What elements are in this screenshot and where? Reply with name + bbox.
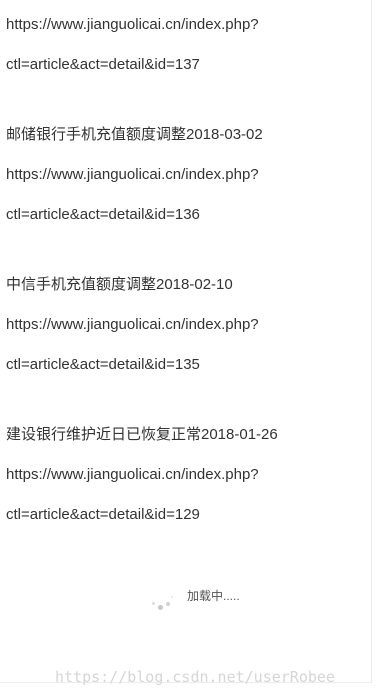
article-title: 邮储银行手机充值额度调整2018-03-02 [6, 126, 263, 143]
loading-indicator: 加载中..... [150, 586, 270, 616]
article-url-line[interactable]: ctl=article&act=detail&id=136 [6, 205, 200, 225]
article-url-line[interactable]: https://www.jianguolicai.cn/index.php? [6, 465, 259, 485]
article-url-line[interactable]: ctl=article&act=detail&id=129 [6, 505, 200, 525]
article-title: 建设银行维护近日已恢复正常2018-01-26 [6, 426, 278, 443]
content-frame: https://www.jianguolicai.cn/index.php? c… [0, 0, 372, 683]
article-url-line[interactable]: ctl=article&act=detail&id=137 [6, 55, 200, 75]
watermark: https://blog.csdn.net/userRobee [55, 668, 335, 686]
article-url-line[interactable]: ctl=article&act=detail&id=135 [6, 355, 200, 375]
article-url-line[interactable]: https://www.jianguolicai.cn/index.php? [6, 15, 259, 35]
article-title: 中信手机充值额度调整2018-02-10 [6, 276, 233, 293]
spinner-icon [150, 592, 178, 612]
article-url-line[interactable]: https://www.jianguolicai.cn/index.php? [6, 165, 259, 185]
article-url-line[interactable]: https://www.jianguolicai.cn/index.php? [6, 315, 259, 335]
loading-text: 加载中..... [187, 589, 240, 603]
